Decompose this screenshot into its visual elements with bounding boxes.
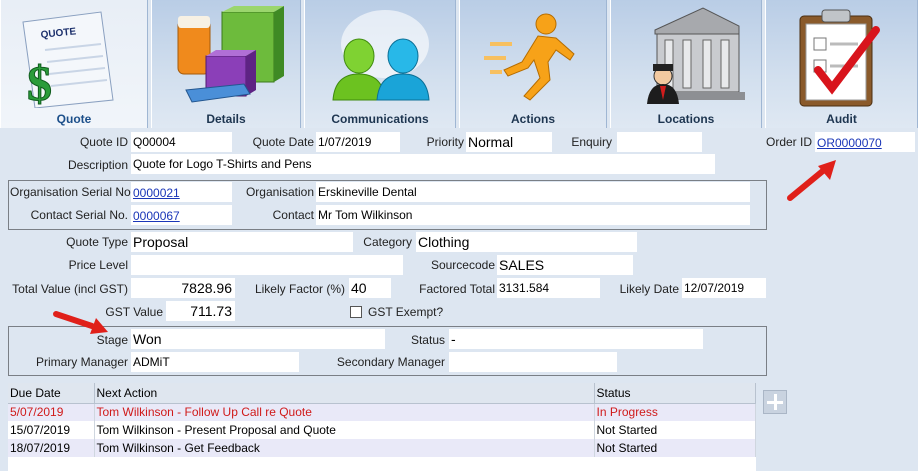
stage-field[interactable]: Won bbox=[131, 329, 385, 349]
building-icon bbox=[647, 7, 745, 104]
order-id-field: OR0000070 bbox=[815, 132, 915, 152]
column-header-next-action[interactable]: Next Action bbox=[94, 383, 595, 404]
tab-locations[interactable]: Locations bbox=[610, 0, 762, 128]
status-cell: Not Started bbox=[594, 439, 756, 457]
sourcecode-label: Sourcecode bbox=[430, 258, 495, 272]
tab-actions[interactable]: Actions bbox=[459, 0, 607, 128]
tab-label: Communications bbox=[331, 112, 429, 126]
likely-date-field[interactable]: 12/07/2019 bbox=[682, 278, 766, 298]
tab-label: Audit bbox=[826, 112, 857, 126]
tab-label: Locations bbox=[657, 112, 715, 126]
running-man-icon bbox=[484, 13, 575, 101]
quote-date-label: Quote Date bbox=[252, 135, 314, 149]
quote-id-label: Quote ID bbox=[79, 135, 128, 149]
primary-manager-field[interactable]: ADMiT bbox=[131, 352, 299, 372]
tab-details[interactable]: Details bbox=[151, 0, 301, 128]
price-level-field[interactable] bbox=[131, 255, 403, 275]
gst-value-field[interactable]: 711.73 bbox=[166, 301, 235, 321]
org-serial-link[interactable]: 0000021 bbox=[133, 186, 180, 200]
enquiry-field[interactable] bbox=[617, 132, 702, 152]
contact-serial-link[interactable]: 0000067 bbox=[133, 209, 180, 223]
total-value-field[interactable]: 7828.96 bbox=[131, 278, 235, 298]
clipboard-check-icon bbox=[799, 9, 880, 107]
gst-exempt-label: GST Exempt? bbox=[368, 305, 444, 319]
contact-label: Contact bbox=[272, 208, 314, 222]
enquiry-label: Enquiry bbox=[571, 135, 612, 149]
due-date-cell: 18/07/2019 bbox=[8, 439, 95, 457]
quote-type-label: Quote Type bbox=[66, 235, 128, 249]
description-field[interactable]: Quote for Logo T-Shirts and Pens bbox=[131, 154, 715, 174]
table-row[interactable]: 15/07/2019 Tom Wilkinson - Present Propo… bbox=[8, 421, 756, 439]
org-serial-label: Organisation Serial No. bbox=[10, 185, 135, 199]
quote-form: Quote ID Q00004 Quote Date 1/07/2019 Pri… bbox=[0, 128, 918, 471]
tab-communications[interactable]: Communications bbox=[304, 0, 456, 128]
factored-total-label: Factored Total bbox=[419, 282, 495, 296]
contact-field[interactable]: Mr Tom Wilkinson bbox=[316, 205, 750, 225]
tab-bar: QUOTE $ Quote Details Communications Act… bbox=[0, 0, 918, 128]
org-serial-field: 0000021 bbox=[131, 182, 232, 202]
status-field[interactable]: - bbox=[449, 329, 703, 349]
quote-document-icon: QUOTE $ bbox=[22, 11, 114, 108]
tab-audit[interactable]: Audit bbox=[765, 0, 918, 128]
arrow-annotation-icon bbox=[53, 311, 108, 334]
status-label: Status bbox=[410, 333, 445, 347]
organisation-field[interactable]: Erskineville Dental bbox=[316, 182, 750, 202]
arrow-annotation-icon bbox=[787, 160, 836, 201]
likely-factor-field[interactable]: 40 bbox=[349, 278, 391, 298]
description-label: Description bbox=[67, 158, 128, 172]
tab-label: Actions bbox=[510, 112, 555, 126]
people-icon bbox=[332, 10, 430, 101]
status-cell: Not Started bbox=[594, 421, 756, 439]
contact-serial-label: Contact Serial No. bbox=[30, 208, 128, 222]
due-date-cell: 15/07/2019 bbox=[8, 421, 95, 439]
add-action-button[interactable] bbox=[763, 390, 787, 414]
next-action-cell: Tom Wilkinson - Get Feedback bbox=[94, 439, 595, 457]
order-id-link[interactable]: OR0000070 bbox=[817, 136, 882, 150]
tab-quote[interactable]: QUOTE $ Quote bbox=[0, 0, 148, 128]
primary-manager-label: Primary Manager bbox=[35, 355, 128, 369]
priority-label: Priority bbox=[426, 135, 464, 149]
category-label: Category bbox=[363, 235, 412, 249]
next-action-cell: Tom Wilkinson - Present Proposal and Quo… bbox=[94, 421, 595, 439]
likely-date-label: Likely Date bbox=[619, 282, 679, 296]
due-date-cell: 5/07/2019 bbox=[8, 403, 95, 421]
secondary-manager-label: Secondary Manager bbox=[336, 355, 445, 369]
contact-serial-field: 0000067 bbox=[131, 205, 232, 225]
table-row[interactable]: 18/07/2019 Tom Wilkinson - Get Feedback … bbox=[8, 439, 756, 457]
column-header-due-date[interactable]: Due Date bbox=[8, 383, 95, 404]
tab-label: Quote bbox=[56, 112, 92, 126]
gst-exempt-checkbox[interactable] bbox=[350, 306, 362, 318]
quote-type-field[interactable]: Proposal bbox=[131, 232, 353, 252]
quote-date-field[interactable]: 1/07/2019 bbox=[316, 132, 400, 152]
status-cell: In Progress bbox=[594, 403, 756, 421]
table-header-row: Due Date Next Action Status bbox=[8, 383, 756, 404]
actions-table: Due Date Next Action Status 5/07/2019 To… bbox=[8, 383, 756, 471]
total-value-label: Total Value (incl GST) bbox=[12, 282, 128, 296]
order-id-label: Order ID bbox=[765, 135, 812, 149]
priority-field[interactable]: Normal bbox=[466, 132, 552, 152]
organisation-label: Organisation bbox=[245, 185, 314, 199]
likely-factor-label: Likely Factor (%) bbox=[254, 282, 345, 296]
sourcecode-field[interactable]: SALES bbox=[497, 255, 633, 275]
category-field[interactable]: Clothing bbox=[416, 232, 637, 252]
secondary-manager-field[interactable] bbox=[449, 352, 617, 372]
quote-id-field[interactable]: Q00004 bbox=[131, 132, 232, 152]
price-level-label: Price Level bbox=[68, 258, 128, 272]
next-action-cell: Tom Wilkinson - Follow Up Call re Quote bbox=[94, 403, 595, 421]
tab-label: Details bbox=[206, 112, 246, 126]
svg-text:$: $ bbox=[27, 55, 52, 108]
factored-total-field[interactable]: 3131.584 bbox=[497, 278, 600, 298]
table-row[interactable]: 5/07/2019 Tom Wilkinson - Follow Up Call… bbox=[8, 403, 756, 421]
product-boxes-icon bbox=[177, 6, 284, 103]
column-header-status[interactable]: Status bbox=[594, 383, 756, 404]
